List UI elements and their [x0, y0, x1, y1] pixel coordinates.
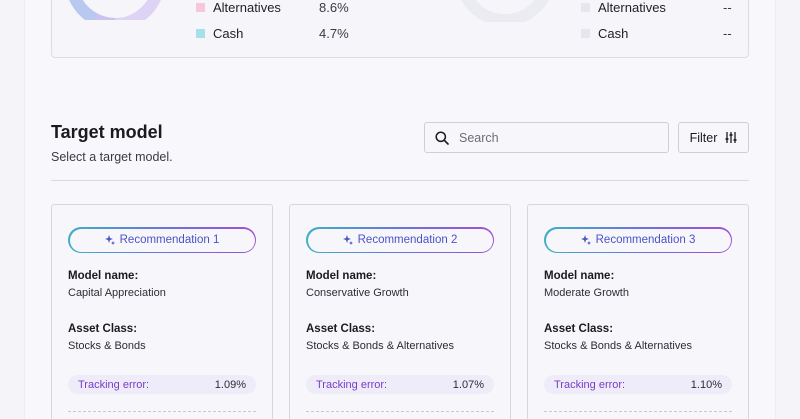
recommendation-card-2[interactable]: Recommendation 2 Model name: Conservativ…: [289, 204, 511, 419]
tracking-error-label: Tracking error:: [316, 378, 388, 391]
recommendation-cards: Recommendation 1 Model name: Capital App…: [51, 204, 749, 419]
tracking-error-label: Tracking error:: [78, 378, 150, 391]
asset-class-label: Asset Class:: [306, 323, 376, 335]
dotted-divider: [68, 411, 256, 412]
asset-class-value: Stocks & Bonds & Alternatives: [306, 340, 454, 352]
legend-value: 8.6%: [319, 0, 349, 15]
model-name-value: Moderate Growth: [544, 287, 629, 299]
asset-class-label: Asset Class:: [68, 323, 138, 335]
sparkle-icon: [104, 235, 115, 245]
tracking-error-row: Tracking error: 1.10%: [544, 375, 732, 394]
tracking-error-value: 1.10%: [690, 378, 722, 391]
legend-swatch: [196, 3, 205, 12]
legend-value: --: [723, 0, 732, 15]
filter-label: Filter: [689, 130, 718, 145]
asset-class-label: Asset Class:: [544, 323, 614, 335]
model-name-label: Model name:: [68, 270, 139, 282]
dotted-divider: [306, 411, 494, 412]
legend-label: Alternatives: [598, 0, 666, 15]
legend-value: 4.7%: [319, 26, 349, 41]
model-name-label: Model name:: [306, 270, 377, 282]
legend-label: Cash: [213, 26, 244, 41]
recommendation-card-1[interactable]: Recommendation 1 Model name: Capital App…: [51, 204, 273, 419]
model-name-value: Conservative Growth: [306, 287, 409, 299]
legend-item-cash: Cash: [196, 26, 243, 41]
recommendation-label: Recommendation 1: [119, 234, 220, 246]
asset-class-value: Stocks & Bonds: [68, 340, 146, 352]
asset-class-value: Stocks & Bonds & Alternatives: [544, 340, 692, 352]
recommendation-pill[interactable]: Recommendation 1: [68, 227, 256, 253]
legend-swatch: [581, 29, 590, 38]
tracking-error-row: Tracking error: 1.07%: [306, 375, 494, 394]
section-title: Target model: [51, 122, 163, 142]
legend-swatch: [581, 3, 590, 12]
recommendation-label: Recommendation 2: [357, 234, 458, 246]
legend-value: --: [723, 26, 732, 41]
dotted-divider: [544, 411, 732, 412]
section-divider: [51, 180, 749, 181]
search-input[interactable]: [459, 130, 649, 145]
legend-swatch: [196, 29, 205, 38]
sliders-icon: [725, 132, 737, 143]
search-box[interactable]: [424, 122, 669, 153]
model-name-label: Model name:: [544, 270, 615, 282]
recommendation-pill[interactable]: Recommendation 2: [306, 227, 494, 253]
model-name-value: Capital Appreciation: [68, 287, 166, 299]
target-allocation-donut: [450, 0, 560, 22]
sparkle-icon: [342, 235, 353, 245]
target-legend-item-cash: Cash: [581, 26, 628, 41]
tracking-error-value: 1.09%: [214, 378, 246, 391]
tracking-error-value: 1.07%: [452, 378, 484, 391]
current-allocation-donut: [60, 0, 170, 20]
section-subtitle: Select a target model.: [51, 150, 173, 164]
legend-label: Alternatives: [213, 0, 281, 15]
legend-item-alternatives: Alternatives: [196, 0, 281, 15]
recommendation-card-3[interactable]: Recommendation 3 Model name: Moderate Gr…: [527, 204, 749, 419]
search-icon: [435, 130, 449, 145]
legend-label: Cash: [598, 26, 629, 41]
target-legend-item-alternatives: Alternatives: [581, 0, 666, 15]
recommendation-label: Recommendation 3: [595, 234, 696, 246]
sparkle-icon: [580, 235, 591, 245]
tracking-error-label: Tracking error:: [554, 378, 626, 391]
tracking-error-row: Tracking error: 1.09%: [68, 375, 256, 394]
recommendation-pill[interactable]: Recommendation 3: [544, 227, 732, 253]
filter-button[interactable]: Filter: [678, 122, 749, 153]
